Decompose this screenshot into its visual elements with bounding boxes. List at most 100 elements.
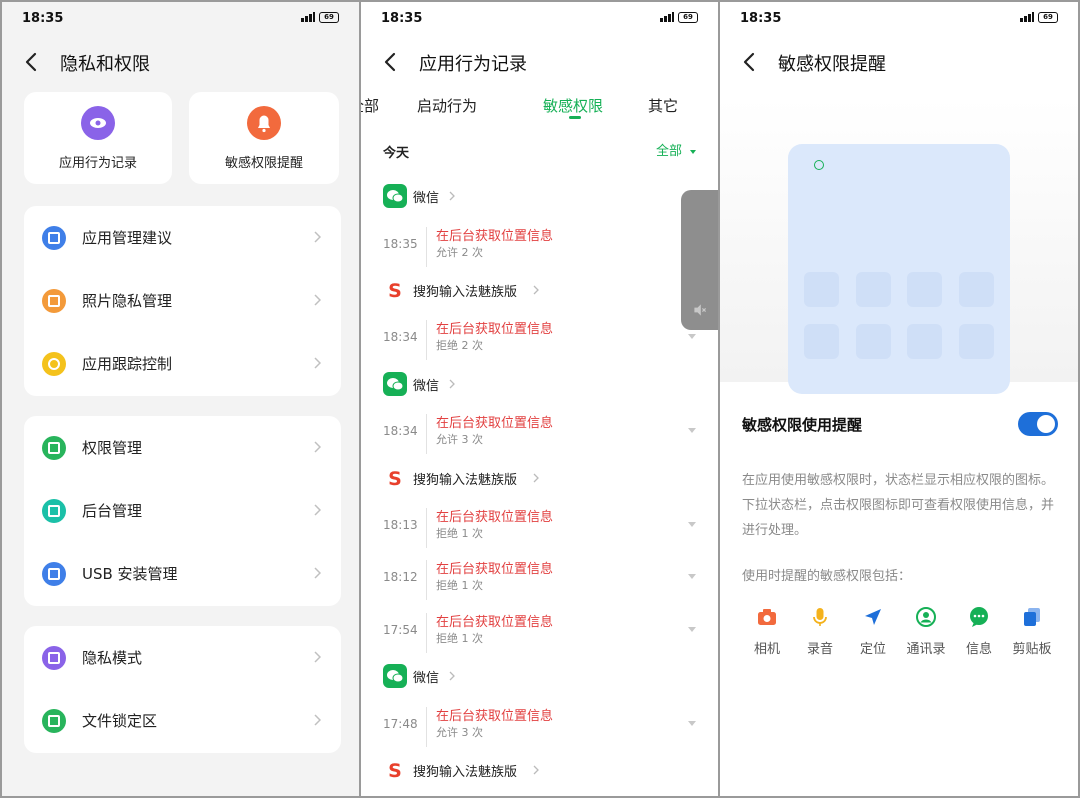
chevron-right-icon bbox=[533, 473, 539, 483]
mic-icon bbox=[813, 608, 827, 626]
record-entry[interactable]: 18:12 在后台获取位置信息 拒绝 1 次 bbox=[361, 558, 718, 602]
record-behavior: 在后台获取位置信息 bbox=[436, 322, 554, 337]
usb-install-management-item[interactable]: USB 安装管理 bbox=[24, 542, 341, 605]
chevron-right-icon bbox=[449, 191, 455, 201]
back-arrow-icon[interactable] bbox=[742, 52, 756, 72]
filter-dropdown[interactable]: 全部 bbox=[656, 140, 696, 159]
chevron-right-icon bbox=[314, 651, 321, 663]
chevron-right-icon bbox=[449, 671, 455, 681]
record-entry[interactable]: 18:13 在后台获取位置信息 拒绝 1 次 bbox=[361, 506, 718, 550]
date-section-header: 今天 bbox=[383, 146, 410, 161]
timeline-line bbox=[426, 414, 427, 454]
app-behavior-record-screen: 18:35 69 应用行为记录 全部 启动行为 敏感权限 其它 今天 全部 微信… bbox=[361, 2, 718, 796]
status-bar: 18:35 69 bbox=[361, 2, 718, 34]
contacts-icon bbox=[916, 607, 936, 627]
status-time: 18:35 bbox=[22, 11, 64, 26]
record-time: 17:54 bbox=[383, 623, 418, 637]
record-count: 拒绝 2 次 bbox=[436, 339, 483, 352]
timeline-line bbox=[426, 320, 427, 360]
timeline-line bbox=[426, 227, 427, 267]
permission-location: 定位 bbox=[848, 602, 898, 662]
chevron-right-icon bbox=[314, 357, 321, 369]
record-entry[interactable]: 18:35 在后台获取位置信息 允许 2 次 bbox=[361, 225, 718, 269]
sogou-icon: S bbox=[383, 758, 407, 782]
permission-mic: 录音 bbox=[795, 602, 845, 662]
record-entry[interactable]: 17:54 在后台获取位置信息 拒绝 1 次 bbox=[361, 611, 718, 655]
status-time: 18:35 bbox=[740, 11, 782, 26]
speaker-mute-icon bbox=[694, 304, 707, 316]
list-icon bbox=[42, 226, 66, 250]
app-name: 搜狗输入法魅族版 bbox=[413, 765, 518, 780]
camera-icon bbox=[758, 609, 776, 625]
image-icon bbox=[42, 289, 66, 313]
expand-caret-icon bbox=[688, 721, 696, 726]
permission-label: 定位 bbox=[859, 642, 886, 657]
record-count: 拒绝 1 次 bbox=[436, 527, 483, 540]
app-behavior-record-card[interactable]: 应用行为记录 bbox=[24, 92, 172, 184]
settings-group-1: 应用管理建议 照片隐私管理 应用跟踪控制 bbox=[24, 206, 341, 396]
file-lock-zone-item[interactable]: 文件锁定区 bbox=[24, 689, 341, 752]
record-entry[interactable]: 18:34 在后台获取位置信息 拒绝 2 次 bbox=[361, 318, 718, 362]
preview-illustration bbox=[720, 98, 1078, 394]
item-label: USB 安装管理 bbox=[82, 565, 178, 583]
svg-text:S: S bbox=[388, 760, 402, 782]
sensitive-alert-toggle[interactable] bbox=[1018, 412, 1058, 436]
privacy-mode-item[interactable]: 隐私模式 bbox=[24, 626, 341, 689]
item-label: 应用管理建议 bbox=[82, 229, 173, 247]
battery-icon: 69 bbox=[678, 12, 698, 23]
chevron-right-icon bbox=[533, 765, 539, 775]
expand-caret-icon bbox=[688, 627, 696, 632]
record-behavior: 在后台获取位置信息 bbox=[436, 510, 554, 525]
expand-caret-icon bbox=[688, 428, 696, 433]
privacy-permissions-screen: 18:35 69 隐私和权限 应用行为记录 敏感权限提醒 应用管理建议 照片隐私… bbox=[2, 2, 359, 796]
wechat-icon bbox=[383, 664, 407, 688]
chevron-right-icon bbox=[314, 504, 321, 516]
active-tab-indicator bbox=[569, 116, 581, 119]
lock-icon bbox=[42, 646, 66, 670]
timeline-line bbox=[426, 508, 427, 548]
record-entry[interactable]: 17:48 在后台获取位置信息 允许 3 次 bbox=[361, 705, 718, 749]
svg-text:S: S bbox=[388, 280, 402, 302]
item-label: 隐私模式 bbox=[82, 649, 143, 667]
app-tracking-control-item[interactable]: 应用跟踪控制 bbox=[24, 332, 341, 395]
card-label: 应用行为记录 bbox=[58, 156, 137, 171]
record-behavior: 在后台获取位置信息 bbox=[436, 416, 554, 431]
record-count: 允许 3 次 bbox=[436, 433, 483, 446]
sensitive-permission-alert-card[interactable]: 敏感权限提醒 bbox=[189, 92, 339, 184]
permission-management-item[interactable]: 权限管理 bbox=[24, 416, 341, 479]
location-icon bbox=[865, 609, 881, 625]
page-title: 敏感权限提醒 bbox=[778, 54, 886, 75]
permission-message: 信息 bbox=[954, 602, 1004, 662]
signal-icon bbox=[301, 12, 315, 22]
tab-launch-behavior[interactable]: 启动行为 bbox=[417, 95, 477, 116]
status-bar: 18:35 69 bbox=[720, 2, 1078, 34]
app-name: 微信 bbox=[413, 379, 440, 394]
nav-bar: 敏感权限提醒 bbox=[720, 42, 1078, 82]
clipboard-icon bbox=[1024, 608, 1040, 626]
timeline-line bbox=[426, 560, 427, 600]
page-title: 应用行为记录 bbox=[419, 54, 527, 75]
item-label: 照片隐私管理 bbox=[82, 292, 173, 310]
toggle-label: 敏感权限使用提醒 bbox=[742, 416, 863, 434]
record-count: 允许 3 次 bbox=[436, 726, 483, 739]
page-title: 隐私和权限 bbox=[60, 54, 150, 75]
permission-label: 录音 bbox=[806, 642, 833, 657]
photo-privacy-item[interactable]: 照片隐私管理 bbox=[24, 269, 341, 332]
record-time: 18:13 bbox=[383, 518, 418, 532]
record-entry[interactable]: 18:34 在后台获取位置信息 允许 3 次 bbox=[361, 412, 718, 456]
back-arrow-icon[interactable] bbox=[383, 52, 397, 72]
app-management-suggestion-item[interactable]: 应用管理建议 bbox=[24, 206, 341, 269]
record-behavior: 在后台获取位置信息 bbox=[436, 562, 554, 577]
tab-all[interactable]: 全部 bbox=[361, 95, 379, 116]
volume-slider[interactable] bbox=[681, 190, 718, 330]
card-label: 敏感权限提醒 bbox=[224, 156, 303, 171]
phone-icon bbox=[42, 499, 66, 523]
record-time: 18:34 bbox=[383, 424, 418, 438]
tab-other[interactable]: 其它 bbox=[648, 95, 678, 116]
tab-sensitive-permission[interactable]: 敏感权限 bbox=[543, 95, 603, 116]
background-management-item[interactable]: 后台管理 bbox=[24, 479, 341, 542]
record-time: 18:35 bbox=[383, 237, 418, 251]
back-arrow-icon[interactable] bbox=[24, 52, 38, 72]
chevron-right-icon bbox=[314, 231, 321, 243]
record-behavior: 在后台获取位置信息 bbox=[436, 615, 554, 630]
